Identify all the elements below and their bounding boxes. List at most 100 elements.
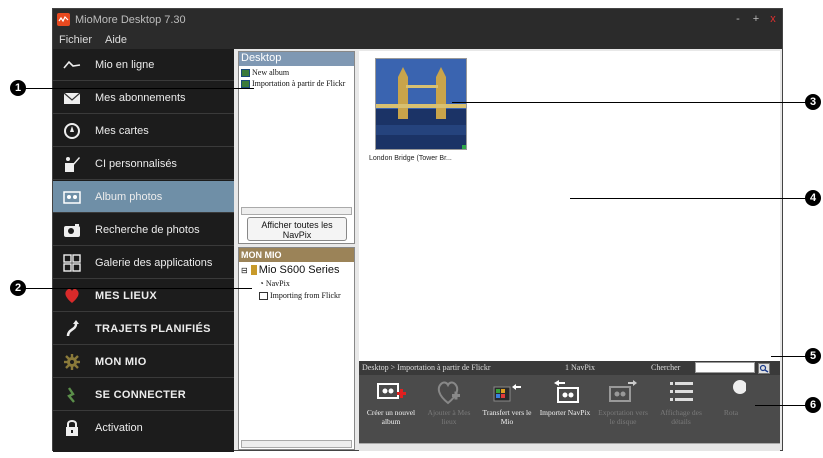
desktop-panel: Desktop New album Importation à partir d… (238, 51, 355, 244)
callout-2: 2 (10, 280, 26, 296)
close-button[interactable]: x (767, 13, 779, 25)
collapse-icon[interactable]: ⊟ (241, 266, 248, 275)
sidebar-item-mes-cartes[interactable]: Mes cartes (53, 115, 234, 147)
toolbar-label: Importer NavPix (539, 408, 591, 417)
sidebar-item-label: SE CONNECTER (95, 389, 186, 401)
sidebar-item-activation[interactable]: Activation (53, 412, 234, 444)
album-icon (241, 80, 250, 89)
navpix-count: 1 NavPix (565, 363, 595, 372)
route-icon (63, 320, 81, 338)
create-album-button[interactable]: Créer un nouvel album (363, 379, 419, 426)
sidebar-item-album-photos[interactable]: Album photos (53, 181, 234, 213)
device-icon (250, 265, 257, 276)
sidebar-item-se-connecter[interactable]: SE CONNECTER (53, 379, 234, 411)
tree-item-label: NavPix (265, 279, 290, 288)
search-input[interactable] (695, 362, 755, 373)
import-navpix-icon (550, 379, 580, 405)
sidebar-item-label: Activation (95, 422, 143, 434)
sidebar-item-recherche-de-photos[interactable]: Recherche de photos (53, 214, 234, 246)
photo-thumbnail[interactable] (375, 58, 467, 150)
export-to-disk-icon (608, 379, 638, 405)
mon-mio-panel-title: MON MIO (239, 248, 354, 262)
camera-icon (63, 221, 81, 239)
toolbar-label: Rota (723, 408, 739, 417)
tree-item-new-album[interactable]: New album (241, 68, 289, 78)
tree-item-importation-flickr[interactable]: Importation à partir de Flickr (241, 79, 354, 89)
callout-6: 6 (805, 397, 821, 413)
tree-item-navpix[interactable]: ◔ NavPix (259, 279, 290, 288)
toolbar-label: Exportation vers le disque (598, 408, 648, 426)
rotate-icon (716, 379, 747, 405)
heart-icon (63, 287, 81, 305)
callout-line-3 (452, 102, 807, 103)
lock-icon (63, 419, 81, 437)
mio-logo-icon (57, 13, 70, 26)
callout-3: 3 (805, 94, 821, 110)
rotate-button[interactable]: Rota (711, 379, 751, 417)
show-all-navpix-button[interactable]: Afficher toutes les NavPix (247, 217, 347, 241)
sidebar-item-label: CI personnalisés (95, 158, 177, 170)
sidebar-item-ci-personnalises[interactable]: CI personnalisés (53, 148, 234, 180)
toolbar-label: Ajouter à Mes lieux (427, 408, 471, 426)
new-album-icon (376, 379, 406, 405)
sidebar-item-label: TRAJETS PLANIFIÉS (95, 323, 211, 335)
search-icon[interactable] (758, 363, 770, 374)
toolbar-label: Créer un nouvel album (366, 408, 416, 426)
breadcrumb: Desktop > Importation à partir de Flickr (362, 363, 491, 372)
minimize-button[interactable]: - (732, 13, 744, 25)
sidebar-item-label: Mes abonnements (95, 92, 186, 104)
album-icon (259, 292, 268, 301)
tree-item-label: Importation à partir de Flickr (252, 79, 346, 88)
content-scrollbar[interactable] (359, 443, 780, 451)
sidebar-item-trajets-planifies[interactable]: TRAJETS PLANIFIÉS (53, 313, 234, 345)
toolbar-label: Affichage des détails (660, 408, 702, 426)
action-toolbar: Créer un nouvel album Ajouter à Mes lieu… (359, 375, 780, 443)
search-label: Chercher (651, 363, 681, 372)
menu-aide[interactable]: Aide (105, 34, 127, 46)
sidebar-item-mes-lieux[interactable]: MES LIEUX (53, 280, 234, 312)
maximize-button[interactable]: + (750, 13, 762, 25)
callout-4: 4 (805, 190, 821, 206)
tree-item-label: Importing from Flickr (270, 291, 341, 300)
tree-item-device[interactable]: ⊟ Mio S600 Series (241, 264, 354, 276)
sidebar-item-label: Recherche de photos (95, 224, 200, 236)
compass-icon (63, 122, 81, 140)
sidebar-item-galerie-des-applications[interactable]: Galerie des applications (53, 247, 234, 279)
export-to-disk-button[interactable]: Exportation vers le disque (595, 379, 651, 426)
mon-mio-panel: MON MIO ⊟ Mio S600 Series ◔ NavPix Impor… (238, 247, 355, 450)
transfer-to-mio-icon (492, 379, 522, 405)
callout-1: 1 (10, 80, 26, 96)
window-title: MioMore Desktop 7.30 (75, 14, 186, 26)
navpix-icon: ◔ (259, 279, 264, 288)
desktop-panel-title: Desktop (239, 52, 354, 66)
title-bar: MioMore Desktop 7.30 - + x (53, 9, 782, 31)
callout-5: 5 (805, 348, 821, 364)
sidebar-item-mes-abonnements[interactable]: Mes abonnements (53, 82, 234, 114)
sidebar-item-label: Mio en ligne (95, 59, 155, 71)
photo-content-area[interactable]: London Bridge (Tower Br... (359, 51, 780, 361)
toolbar-label: Transfert vers le Mio (482, 408, 532, 426)
photo-album-icon (63, 188, 81, 206)
desktop-panel-scrollbar[interactable] (241, 207, 352, 215)
import-navpix-button[interactable]: Importer NavPix (537, 379, 593, 417)
photo-caption: London Bridge (Tower Br... (369, 155, 452, 162)
envelope-icon (63, 89, 81, 107)
add-to-places-button[interactable]: Ajouter à Mes lieux (421, 379, 477, 426)
album-icon (241, 69, 250, 78)
callout-line-6 (755, 405, 807, 406)
sidebar-item-mio-en-ligne[interactable]: Mio en ligne (53, 49, 234, 81)
mon-mio-panel-scrollbar[interactable] (241, 440, 352, 448)
details-list-icon (666, 379, 696, 405)
tree-item-importing-flickr[interactable]: Importing from Flickr (259, 291, 354, 301)
sidebar-item-label: MON MIO (95, 356, 147, 368)
menu-fichier[interactable]: Fichier (59, 34, 92, 46)
menu-bar: Fichier Aide (53, 31, 782, 49)
details-view-button[interactable]: Affichage des détails (653, 379, 709, 426)
callout-line-1 (24, 88, 254, 89)
status-bar: Desktop > Importation à partir de Flickr… (359, 361, 780, 375)
transfer-to-mio-button[interactable]: Transfert vers le Mio (479, 379, 535, 426)
add-to-places-icon (434, 379, 464, 405)
apps-grid-icon (63, 254, 81, 272)
sidebar-item-mon-mio[interactable]: MON MIO (53, 346, 234, 378)
pencil-poi-icon (63, 155, 81, 173)
